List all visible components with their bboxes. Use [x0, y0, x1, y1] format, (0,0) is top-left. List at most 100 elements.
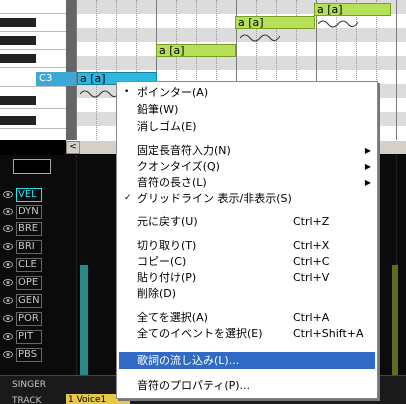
menu-item-shortcut: Ctrl+Shift+A	[293, 327, 364, 340]
menu-item-shortcut: Ctrl+C	[293, 255, 330, 268]
menu-item-label: 全てを選択(A)	[137, 311, 208, 324]
menu-separator	[121, 305, 373, 306]
key-label-c3: C3	[36, 72, 76, 86]
menu-item-shortcut: Ctrl+Z	[293, 215, 330, 228]
menu-item-pencil[interactable]: 鉛筆(W)	[119, 101, 375, 118]
key-separator	[0, 128, 76, 129]
eye-icon[interactable]	[3, 190, 13, 199]
menu-item-delete[interactable]: 削除(D)	[119, 285, 375, 302]
control-por[interactable]: POR	[0, 311, 66, 327]
menu-item-select-all-events[interactable]: 全てのイベントを選択(E) Ctrl+Shift+A	[119, 325, 375, 342]
eye-icon[interactable]	[3, 278, 13, 287]
menu-item-label: 消しゴム(E)	[137, 120, 197, 133]
menu-item-copy[interactable]: コピー(C) Ctrl+C	[119, 253, 375, 270]
menu-item-label: 貼り付け(P)	[137, 271, 197, 284]
menu-item-note-length[interactable]: 音符の長さ(L) ▶	[119, 174, 375, 191]
singer-label: SINGER	[12, 380, 47, 390]
black-key[interactable]	[0, 96, 36, 105]
menu-item-label: 音符の長さ(L)	[137, 176, 207, 189]
velocity-bar[interactable]	[80, 265, 88, 375]
radio-dot-icon: •	[124, 87, 130, 97]
menu-item-fixed-length-input[interactable]: 固定長音符入力(N) ▶	[119, 142, 375, 159]
menu-item-label: 全てのイベントを選択(E)	[137, 327, 263, 340]
menu-item-cut[interactable]: 切り取り(T) Ctrl+X	[119, 237, 375, 254]
black-key[interactable]	[0, 18, 36, 27]
key-separator	[0, 67, 76, 68]
eye-icon[interactable]	[3, 332, 13, 341]
menu-item-label: ポインター(A)	[137, 86, 209, 99]
menu-separator	[121, 346, 373, 347]
submenu-arrow-icon: ▶	[364, 162, 371, 171]
vibrato-curve	[80, 90, 120, 98]
menu-item-label: 元に戻す(U)	[137, 215, 198, 228]
note[interactable]: a [a]	[156, 44, 236, 57]
keyboard-divider	[66, 0, 76, 140]
submenu-arrow-icon: ▶	[364, 178, 371, 187]
piano-keyboard[interactable]: C3	[0, 0, 76, 140]
menu-item-label: 切り取り(T)	[137, 239, 197, 252]
eye-icon[interactable]	[3, 207, 13, 216]
menu-separator	[121, 233, 373, 234]
checkmark-icon: ✓	[124, 193, 132, 203]
beat-line	[96, 0, 97, 140]
control-ope[interactable]: OPE	[0, 275, 66, 291]
grid-line	[76, 155, 77, 375]
menu-separator	[121, 210, 373, 211]
menu-item-label: グリッドライン 表示/非表示(S)	[137, 192, 292, 205]
control-bre[interactable]: BRE	[0, 221, 66, 237]
eye-icon[interactable]	[3, 350, 13, 359]
eye-icon[interactable]	[3, 314, 13, 323]
control-vel[interactable]: VEL	[0, 187, 66, 203]
menu-item-select-all[interactable]: 全てを選択(A) Ctrl+A	[119, 309, 375, 326]
track-label: TRACK	[12, 396, 42, 404]
key-separator	[0, 31, 76, 32]
bar-line	[76, 0, 77, 140]
menu-separator	[121, 138, 373, 139]
menu-item-label: 鉛筆(W)	[137, 103, 179, 116]
menu-item-note-properties[interactable]: 音符のプロパティ(P)...	[119, 377, 375, 394]
menu-item-label: 音符のプロパティ(P)...	[137, 379, 251, 392]
vibrato-curve	[318, 20, 358, 28]
context-menu: • ポインター(A) 鉛筆(W) 消しゴム(E) 固定長音符入力(N) ▶ クオ…	[116, 81, 378, 399]
eye-icon[interactable]	[3, 224, 13, 233]
vibrato-curve	[240, 34, 280, 42]
control-value-box	[13, 159, 51, 174]
note[interactable]: a [a]	[235, 16, 315, 29]
submenu-arrow-icon: ▶	[364, 146, 371, 155]
control-label: OPE	[16, 276, 42, 290]
menu-item-eraser[interactable]: 消しゴム(E)	[119, 118, 375, 135]
menu-item-undo[interactable]: 元に戻す(U) Ctrl+Z	[119, 213, 375, 230]
black-key[interactable]	[0, 116, 36, 125]
black-key[interactable]	[0, 54, 36, 63]
eye-icon[interactable]	[3, 260, 13, 269]
menu-item-label: 歌詞の流し込み(L)...	[137, 354, 240, 367]
bar-line	[396, 0, 397, 140]
menu-item-quantize[interactable]: クオンタイズ(Q) ▶	[119, 158, 375, 175]
control-gen[interactable]: GEN	[0, 293, 66, 309]
control-bri[interactable]: BRI	[0, 239, 66, 255]
menu-item-gridline-toggle[interactable]: ✓ グリッドライン 表示/非表示(S)	[119, 190, 375, 207]
menu-item-paste[interactable]: 貼り付け(P) Ctrl+V	[119, 269, 375, 286]
note[interactable]: a [a]	[314, 3, 391, 16]
control-cle[interactable]: CLE	[0, 257, 66, 273]
menu-item-pointer[interactable]: • ポインター(A)	[119, 84, 375, 101]
control-pbs[interactable]: PBS	[0, 347, 66, 363]
key-separator	[0, 86, 76, 87]
eye-icon[interactable]	[3, 296, 13, 305]
menu-item-lyrics-pour[interactable]: 歌詞の流し込み(L)...	[119, 352, 375, 369]
control-dyn[interactable]: DYN	[0, 204, 66, 220]
black-key[interactable]	[0, 36, 36, 45]
menu-item-shortcut: Ctrl+X	[293, 239, 330, 252]
key-separator	[0, 49, 76, 50]
velocity-bar[interactable]	[392, 265, 398, 375]
menu-item-label: コピー(C)	[137, 255, 187, 268]
menu-item-label: クオンタイズ(Q)	[137, 160, 220, 173]
control-pit[interactable]: PIT	[0, 329, 66, 345]
control-label: PIT	[16, 330, 42, 344]
menu-item-shortcut: Ctrl+A	[293, 311, 330, 324]
control-label: BRE	[16, 222, 42, 236]
eye-icon[interactable]	[3, 242, 13, 251]
scroll-left-button[interactable]: <	[66, 141, 80, 154]
key-separator	[0, 13, 76, 14]
menu-separator	[121, 372, 373, 373]
